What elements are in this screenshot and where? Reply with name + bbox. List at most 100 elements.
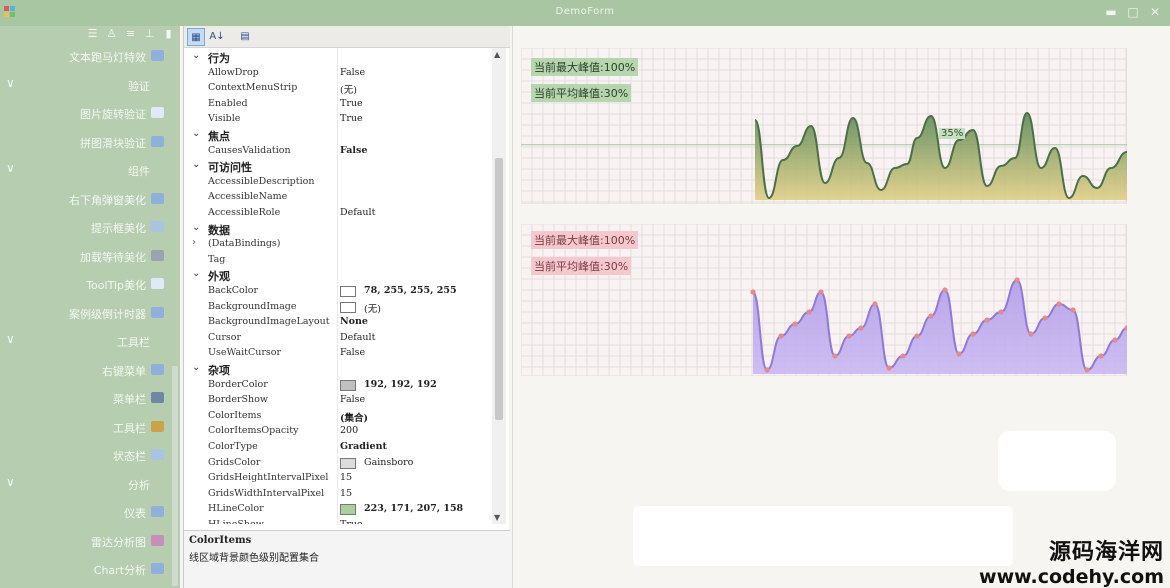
sidebar-item[interactable]: 右下角弹窗美化	[0, 185, 180, 212]
property-row[interactable]: ColorType Gradient	[184, 440, 492, 456]
property-row[interactable]: HLineShowTrue	[184, 518, 492, 524]
property-value[interactable]: 223, 171, 207, 158	[364, 503, 463, 514]
property-row[interactable]: UseWaitCursor False	[184, 346, 492, 362]
property-value[interactable]: 15	[340, 488, 352, 499]
sidebar-item[interactable]: 仪表	[0, 498, 180, 525]
property-value[interactable]: (无)	[340, 82, 357, 96]
scroll-thumb[interactable]	[495, 158, 503, 420]
property-row[interactable]: Cursor Default	[184, 331, 492, 347]
sidebar-item[interactable]: ToolTip美化	[0, 270, 180, 297]
data-point	[900, 353, 906, 359]
property-row[interactable]: ColorItemsOpacity 200	[184, 424, 492, 440]
sidebar-group[interactable]: ∨ 组件	[0, 156, 180, 183]
property-value[interactable]: None	[340, 316, 368, 327]
property-row[interactable]: GridsWidthIntervalPixel 15	[184, 487, 492, 503]
property-value[interactable]: Gradient	[340, 441, 387, 452]
property-row[interactable]: › (DataBindings)	[184, 237, 492, 253]
property-row[interactable]: BackColor 78, 255, 255, 255	[184, 284, 492, 300]
property-row[interactable]: ContextMenuStrip (无)	[184, 81, 492, 97]
property-pages-button[interactable]: ▤	[236, 28, 254, 46]
watermark-title: 源码海洋网	[1048, 540, 1164, 565]
categorized-view-button[interactable]: ▦	[187, 28, 205, 46]
collapse-icon[interactable]: ⌄	[192, 362, 200, 373]
property-value[interactable]: (集合)	[340, 410, 368, 424]
property-row[interactable]: GridsHeightIntervalPixel 15	[184, 471, 492, 487]
property-row[interactable]: Tag	[184, 253, 492, 269]
property-row[interactable]: GridsColor Gainsboro	[184, 456, 492, 472]
property-row[interactable]: AccessibleName	[184, 190, 492, 206]
sidebar-item[interactable]: 提示框美化	[0, 213, 180, 240]
sidebar-item[interactable]: Chart分析	[0, 555, 180, 582]
sidebar-item[interactable]: 菜单栏	[0, 384, 180, 411]
property-category[interactable]: ⌄ 数据	[184, 222, 492, 238]
property-value[interactable]: (无)	[364, 301, 381, 315]
scroll-up-icon[interactable]: ▲	[494, 50, 500, 59]
chevron-down-icon[interactable]: ∨	[6, 332, 15, 346]
chevron-down-icon[interactable]: ∨	[6, 76, 15, 90]
property-value[interactable]: Default	[340, 332, 375, 343]
property-value[interactable]: True	[340, 113, 363, 124]
property-value[interactable]: False	[340, 394, 365, 405]
property-row[interactable]: Enabled True	[184, 97, 492, 113]
sidebar-group[interactable]: ∨ 分析	[0, 470, 180, 497]
property-row[interactable]: BorderColor 192, 192, 192	[184, 378, 492, 394]
property-category[interactable]: ⌄ 外观	[184, 268, 492, 284]
property-row[interactable]: CausesValidation False	[184, 144, 492, 160]
property-value[interactable]: False	[340, 347, 365, 358]
list-icon[interactable]: ☰	[86, 27, 99, 40]
maximize-button[interactable]: □	[1126, 5, 1140, 19]
minimize-button[interactable]: ▬	[1104, 5, 1118, 19]
property-category[interactable]: ⌄ 焦点	[184, 128, 492, 144]
property-value[interactable]: True	[340, 98, 363, 109]
collapse-icon[interactable]: ⌄	[192, 268, 200, 279]
panel-icon[interactable]: ▮	[162, 27, 175, 40]
chevron-down-icon[interactable]: ∨	[6, 475, 15, 489]
sidebar-item[interactable]: 右键菜单	[0, 356, 180, 383]
sidebar-item[interactable]: 拼图滑块验证	[0, 128, 180, 155]
property-category[interactable]: ⌄ 行为	[184, 50, 492, 66]
expand-icon[interactable]: ›	[192, 237, 196, 248]
sidebar-group[interactable]: ∨ 工具栏	[0, 327, 180, 354]
chevron-down-icon[interactable]: ∨	[6, 161, 15, 175]
property-value[interactable]: True	[340, 519, 363, 524]
property-value[interactable]: 192, 192, 192	[364, 379, 437, 390]
property-value[interactable]: 15	[340, 472, 352, 483]
collapse-icon[interactable]: ⌄	[192, 159, 200, 170]
sidebar-item[interactable]: 状态栏	[0, 441, 180, 468]
property-value[interactable]: 78, 255, 255, 255	[364, 285, 457, 296]
property-value[interactable]: Default	[340, 207, 375, 218]
property-category[interactable]: ⌄ 杂项	[184, 362, 492, 378]
collapse-icon[interactable]: ⌄	[192, 222, 200, 233]
property-row[interactable]: Visible True	[184, 112, 492, 128]
sidebar-item[interactable]: 案例级倒计时器	[0, 299, 180, 326]
pin-icon[interactable]: ⊥	[143, 27, 156, 40]
property-value[interactable]: False	[340, 145, 367, 156]
sidebar-item[interactable]: 文本跑马灯特效	[0, 42, 180, 69]
property-row[interactable]: AllowDrop False	[184, 66, 492, 82]
sidebar-group[interactable]: ∨ 验证	[0, 71, 180, 98]
property-value[interactable]: False	[340, 67, 365, 78]
property-row[interactable]: HLineColor 223, 171, 207, 158	[184, 502, 492, 518]
collapse-icon[interactable]: ⌄	[192, 50, 200, 61]
alphabetical-sort-button[interactable]: A↓	[208, 28, 226, 46]
property-row[interactable]: ColorItems (集合)	[184, 409, 492, 425]
collapse-icon[interactable]: ⌄	[192, 128, 200, 139]
sidebar-item[interactable]: 雷达分析图	[0, 527, 180, 554]
tree-icon[interactable]: ♙	[105, 27, 118, 40]
property-row[interactable]: AccessibleRole Default	[184, 206, 492, 222]
sidebar-item[interactable]: 图片旋转验证	[0, 99, 180, 126]
property-row[interactable]: BackgroundImage (无)	[184, 300, 492, 316]
property-row[interactable]: BorderShow False	[184, 393, 492, 409]
property-category[interactable]: ⌄ 可访问性	[184, 159, 492, 175]
scroll-down-icon[interactable]: ▼	[494, 513, 500, 522]
sidebar-scrollbar[interactable]	[172, 366, 178, 586]
sort-icon[interactable]: ≡	[124, 27, 137, 40]
property-value[interactable]: Gainsboro	[364, 457, 413, 468]
property-grid-scrollbar[interactable]: ▲ ▼	[492, 48, 506, 524]
sidebar-item[interactable]: 加载等待美化	[0, 242, 180, 269]
close-button[interactable]: ✕	[1148, 5, 1162, 19]
property-row[interactable]: AccessibleDescription	[184, 175, 492, 191]
sidebar-item[interactable]: 工具栏	[0, 413, 180, 440]
property-value[interactable]: 200	[340, 425, 358, 436]
property-row[interactable]: BackgroundImageLayout None	[184, 315, 492, 331]
